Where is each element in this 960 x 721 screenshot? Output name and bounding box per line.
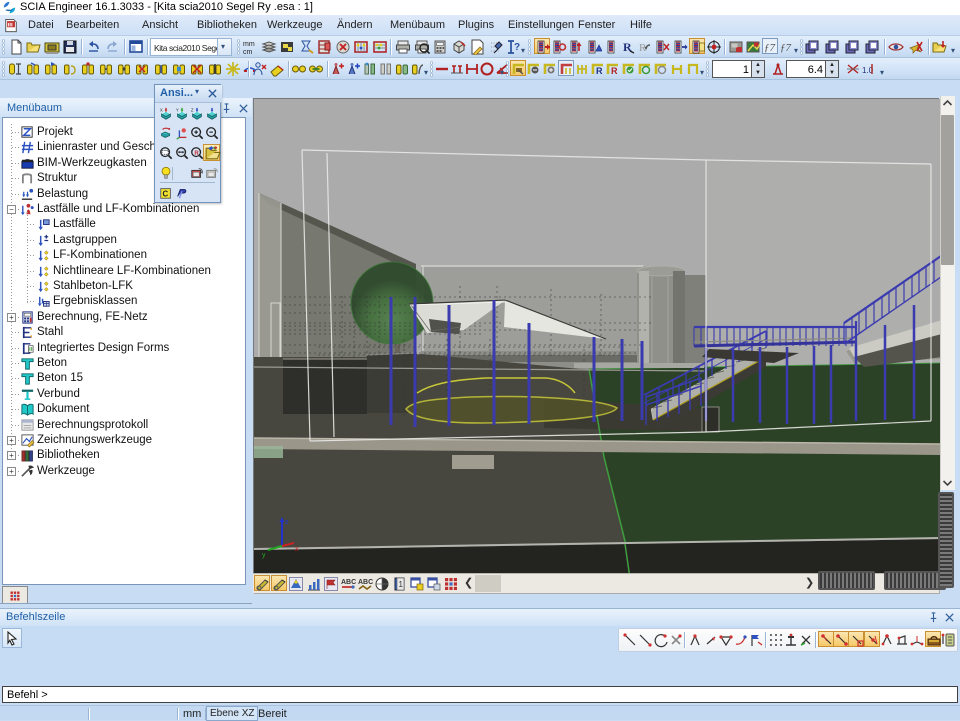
svg-text:ABC: ABC xyxy=(358,579,373,586)
svg-text:x: x xyxy=(295,546,299,553)
svg-text:R: R xyxy=(611,66,618,76)
svg-text:y: y xyxy=(262,552,266,559)
svg-text:?: ? xyxy=(514,42,520,53)
svg-text:C: C xyxy=(163,190,169,199)
svg-text:X: X xyxy=(160,107,163,112)
svg-text:z: z xyxy=(285,519,289,526)
svg-text:R: R xyxy=(194,150,199,157)
svg-text:ABC: ABC xyxy=(341,579,356,586)
svg-text:R: R xyxy=(596,66,603,76)
svg-text:mm: mm xyxy=(243,41,255,48)
svg-text:Y: Y xyxy=(176,107,179,112)
svg-text:cm: cm xyxy=(243,49,253,55)
svg-text:Z: Z xyxy=(191,107,194,112)
svg-text:ƒ7: ƒ7 xyxy=(780,42,792,54)
svg-text:1: 1 xyxy=(398,580,403,589)
svg-text:ƒ7: ƒ7 xyxy=(764,42,776,54)
